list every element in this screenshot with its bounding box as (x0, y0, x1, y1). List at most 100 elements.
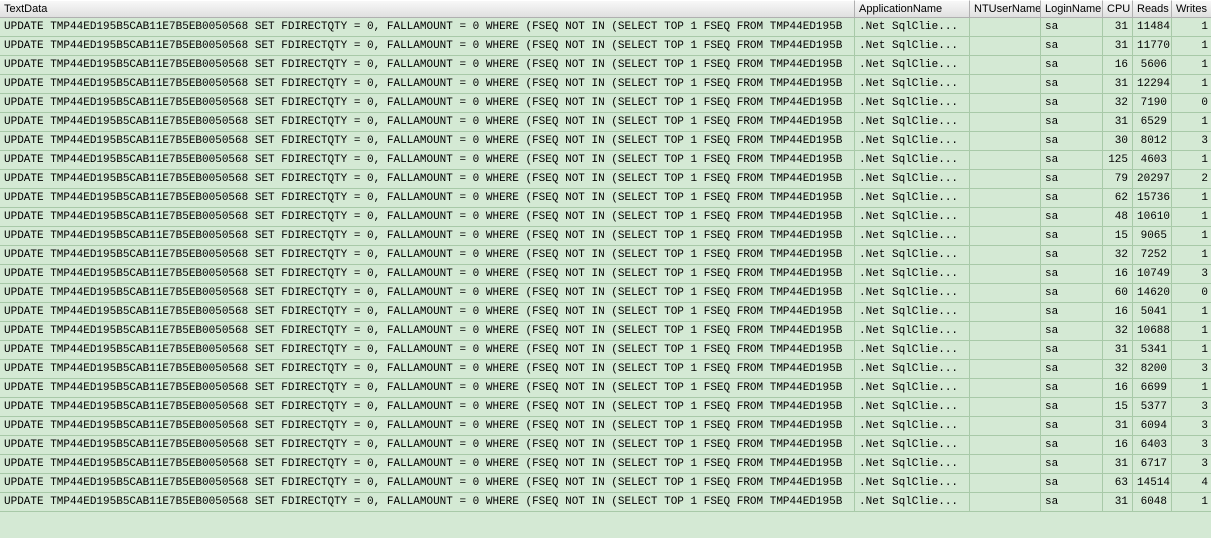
table-row[interactable]: UPDATE TMP44ED195B5CAB11E7B5EB0050568 SE… (0, 18, 1211, 37)
cell-ntuser (970, 37, 1041, 56)
table-row[interactable]: UPDATE TMP44ED195B5CAB11E7B5EB0050568 SE… (0, 265, 1211, 284)
cell-appname: .Net SqlClie... (855, 360, 970, 379)
cell-cpu: 30 (1103, 132, 1133, 151)
table-row[interactable]: UPDATE TMP44ED195B5CAB11E7B5EB0050568 SE… (0, 189, 1211, 208)
cell-login: sa (1041, 493, 1103, 512)
cell-writes: 0 (1172, 94, 1211, 113)
col-header-ntuser[interactable]: NTUserName (970, 0, 1041, 18)
table-row[interactable]: UPDATE TMP44ED195B5CAB11E7B5EB0050568 SE… (0, 208, 1211, 227)
cell-textdata: UPDATE TMP44ED195B5CAB11E7B5EB0050568 SE… (0, 398, 855, 417)
cell-reads: 5377 (1133, 398, 1172, 417)
cell-writes: 1 (1172, 341, 1211, 360)
cell-login: sa (1041, 322, 1103, 341)
table-row[interactable]: UPDATE TMP44ED195B5CAB11E7B5EB0050568 SE… (0, 75, 1211, 94)
cell-login: sa (1041, 75, 1103, 94)
cell-textdata: UPDATE TMP44ED195B5CAB11E7B5EB0050568 SE… (0, 189, 855, 208)
col-header-appname[interactable]: ApplicationName (855, 0, 970, 18)
trace-grid[interactable]: TextData ApplicationName NTUserName Logi… (0, 0, 1211, 512)
cell-cpu: 79 (1103, 170, 1133, 189)
cell-writes: 1 (1172, 151, 1211, 170)
table-row[interactable]: UPDATE TMP44ED195B5CAB11E7B5EB0050568 SE… (0, 37, 1211, 56)
cell-ntuser (970, 493, 1041, 512)
cell-cpu: 15 (1103, 398, 1133, 417)
cell-login: sa (1041, 56, 1103, 75)
cell-cpu: 31 (1103, 37, 1133, 56)
table-row[interactable]: UPDATE TMP44ED195B5CAB11E7B5EB0050568 SE… (0, 379, 1211, 398)
cell-reads: 7190 (1133, 94, 1172, 113)
cell-textdata: UPDATE TMP44ED195B5CAB11E7B5EB0050568 SE… (0, 246, 855, 265)
cell-reads: 6094 (1133, 417, 1172, 436)
cell-appname: .Net SqlClie... (855, 474, 970, 493)
cell-writes: 1 (1172, 189, 1211, 208)
table-row[interactable]: UPDATE TMP44ED195B5CAB11E7B5EB0050568 SE… (0, 322, 1211, 341)
table-row[interactable]: UPDATE TMP44ED195B5CAB11E7B5EB0050568 SE… (0, 113, 1211, 132)
cell-textdata: UPDATE TMP44ED195B5CAB11E7B5EB0050568 SE… (0, 341, 855, 360)
cell-appname: .Net SqlClie... (855, 303, 970, 322)
cell-cpu: 32 (1103, 94, 1133, 113)
col-header-writes[interactable]: Writes (1172, 0, 1211, 18)
cell-appname: .Net SqlClie... (855, 246, 970, 265)
cell-login: sa (1041, 37, 1103, 56)
table-row[interactable]: UPDATE TMP44ED195B5CAB11E7B5EB0050568 SE… (0, 474, 1211, 493)
cell-writes: 3 (1172, 455, 1211, 474)
table-row[interactable]: UPDATE TMP44ED195B5CAB11E7B5EB0050568 SE… (0, 455, 1211, 474)
table-row[interactable]: UPDATE TMP44ED195B5CAB11E7B5EB0050568 SE… (0, 417, 1211, 436)
cell-reads: 5041 (1133, 303, 1172, 322)
cell-appname: .Net SqlClie... (855, 322, 970, 341)
cell-appname: .Net SqlClie... (855, 284, 970, 303)
table-row[interactable]: UPDATE TMP44ED195B5CAB11E7B5EB0050568 SE… (0, 94, 1211, 113)
cell-login: sa (1041, 208, 1103, 227)
cell-appname: .Net SqlClie... (855, 18, 970, 37)
table-row[interactable]: UPDATE TMP44ED195B5CAB11E7B5EB0050568 SE… (0, 341, 1211, 360)
cell-writes: 1 (1172, 113, 1211, 132)
cell-login: sa (1041, 189, 1103, 208)
cell-login: sa (1041, 436, 1103, 455)
table-row[interactable]: UPDATE TMP44ED195B5CAB11E7B5EB0050568 SE… (0, 284, 1211, 303)
cell-login: sa (1041, 474, 1103, 493)
cell-writes: 3 (1172, 436, 1211, 455)
cell-appname: .Net SqlClie... (855, 113, 970, 132)
cell-login: sa (1041, 227, 1103, 246)
cell-writes: 0 (1172, 284, 1211, 303)
col-header-cpu[interactable]: CPU (1103, 0, 1133, 18)
cell-reads: 12294 (1133, 75, 1172, 94)
cell-textdata: UPDATE TMP44ED195B5CAB11E7B5EB0050568 SE… (0, 436, 855, 455)
cell-appname: .Net SqlClie... (855, 265, 970, 284)
cell-ntuser (970, 379, 1041, 398)
col-header-login[interactable]: LoginName (1041, 0, 1103, 18)
table-row[interactable]: UPDATE TMP44ED195B5CAB11E7B5EB0050568 SE… (0, 227, 1211, 246)
cell-cpu: 31 (1103, 75, 1133, 94)
cell-writes: 2 (1172, 170, 1211, 189)
cell-textdata: UPDATE TMP44ED195B5CAB11E7B5EB0050568 SE… (0, 113, 855, 132)
cell-textdata: UPDATE TMP44ED195B5CAB11E7B5EB0050568 SE… (0, 322, 855, 341)
table-row[interactable]: UPDATE TMP44ED195B5CAB11E7B5EB0050568 SE… (0, 360, 1211, 379)
cell-textdata: UPDATE TMP44ED195B5CAB11E7B5EB0050568 SE… (0, 455, 855, 474)
cell-appname: .Net SqlClie... (855, 75, 970, 94)
cell-cpu: 32 (1103, 322, 1133, 341)
cell-reads: 6048 (1133, 493, 1172, 512)
table-row[interactable]: UPDATE TMP44ED195B5CAB11E7B5EB0050568 SE… (0, 493, 1211, 512)
cell-login: sa (1041, 455, 1103, 474)
table-row[interactable]: UPDATE TMP44ED195B5CAB11E7B5EB0050568 SE… (0, 398, 1211, 417)
cell-textdata: UPDATE TMP44ED195B5CAB11E7B5EB0050568 SE… (0, 493, 855, 512)
table-row[interactable]: UPDATE TMP44ED195B5CAB11E7B5EB0050568 SE… (0, 303, 1211, 322)
table-row[interactable]: UPDATE TMP44ED195B5CAB11E7B5EB0050568 SE… (0, 246, 1211, 265)
cell-ntuser (970, 436, 1041, 455)
cell-writes: 4 (1172, 474, 1211, 493)
table-row[interactable]: UPDATE TMP44ED195B5CAB11E7B5EB0050568 SE… (0, 151, 1211, 170)
cell-textdata: UPDATE TMP44ED195B5CAB11E7B5EB0050568 SE… (0, 75, 855, 94)
col-header-textdata[interactable]: TextData (0, 0, 855, 18)
table-row[interactable]: UPDATE TMP44ED195B5CAB11E7B5EB0050568 SE… (0, 436, 1211, 455)
cell-reads: 20297 (1133, 170, 1172, 189)
cell-ntuser (970, 151, 1041, 170)
table-row[interactable]: UPDATE TMP44ED195B5CAB11E7B5EB0050568 SE… (0, 132, 1211, 151)
cell-reads: 8012 (1133, 132, 1172, 151)
cell-writes: 1 (1172, 493, 1211, 512)
cell-cpu: 16 (1103, 379, 1133, 398)
cell-writes: 3 (1172, 398, 1211, 417)
table-row[interactable]: UPDATE TMP44ED195B5CAB11E7B5EB0050568 SE… (0, 170, 1211, 189)
col-header-reads[interactable]: Reads (1133, 0, 1172, 18)
cell-reads: 8200 (1133, 360, 1172, 379)
table-row[interactable]: UPDATE TMP44ED195B5CAB11E7B5EB0050568 SE… (0, 56, 1211, 75)
cell-login: sa (1041, 132, 1103, 151)
